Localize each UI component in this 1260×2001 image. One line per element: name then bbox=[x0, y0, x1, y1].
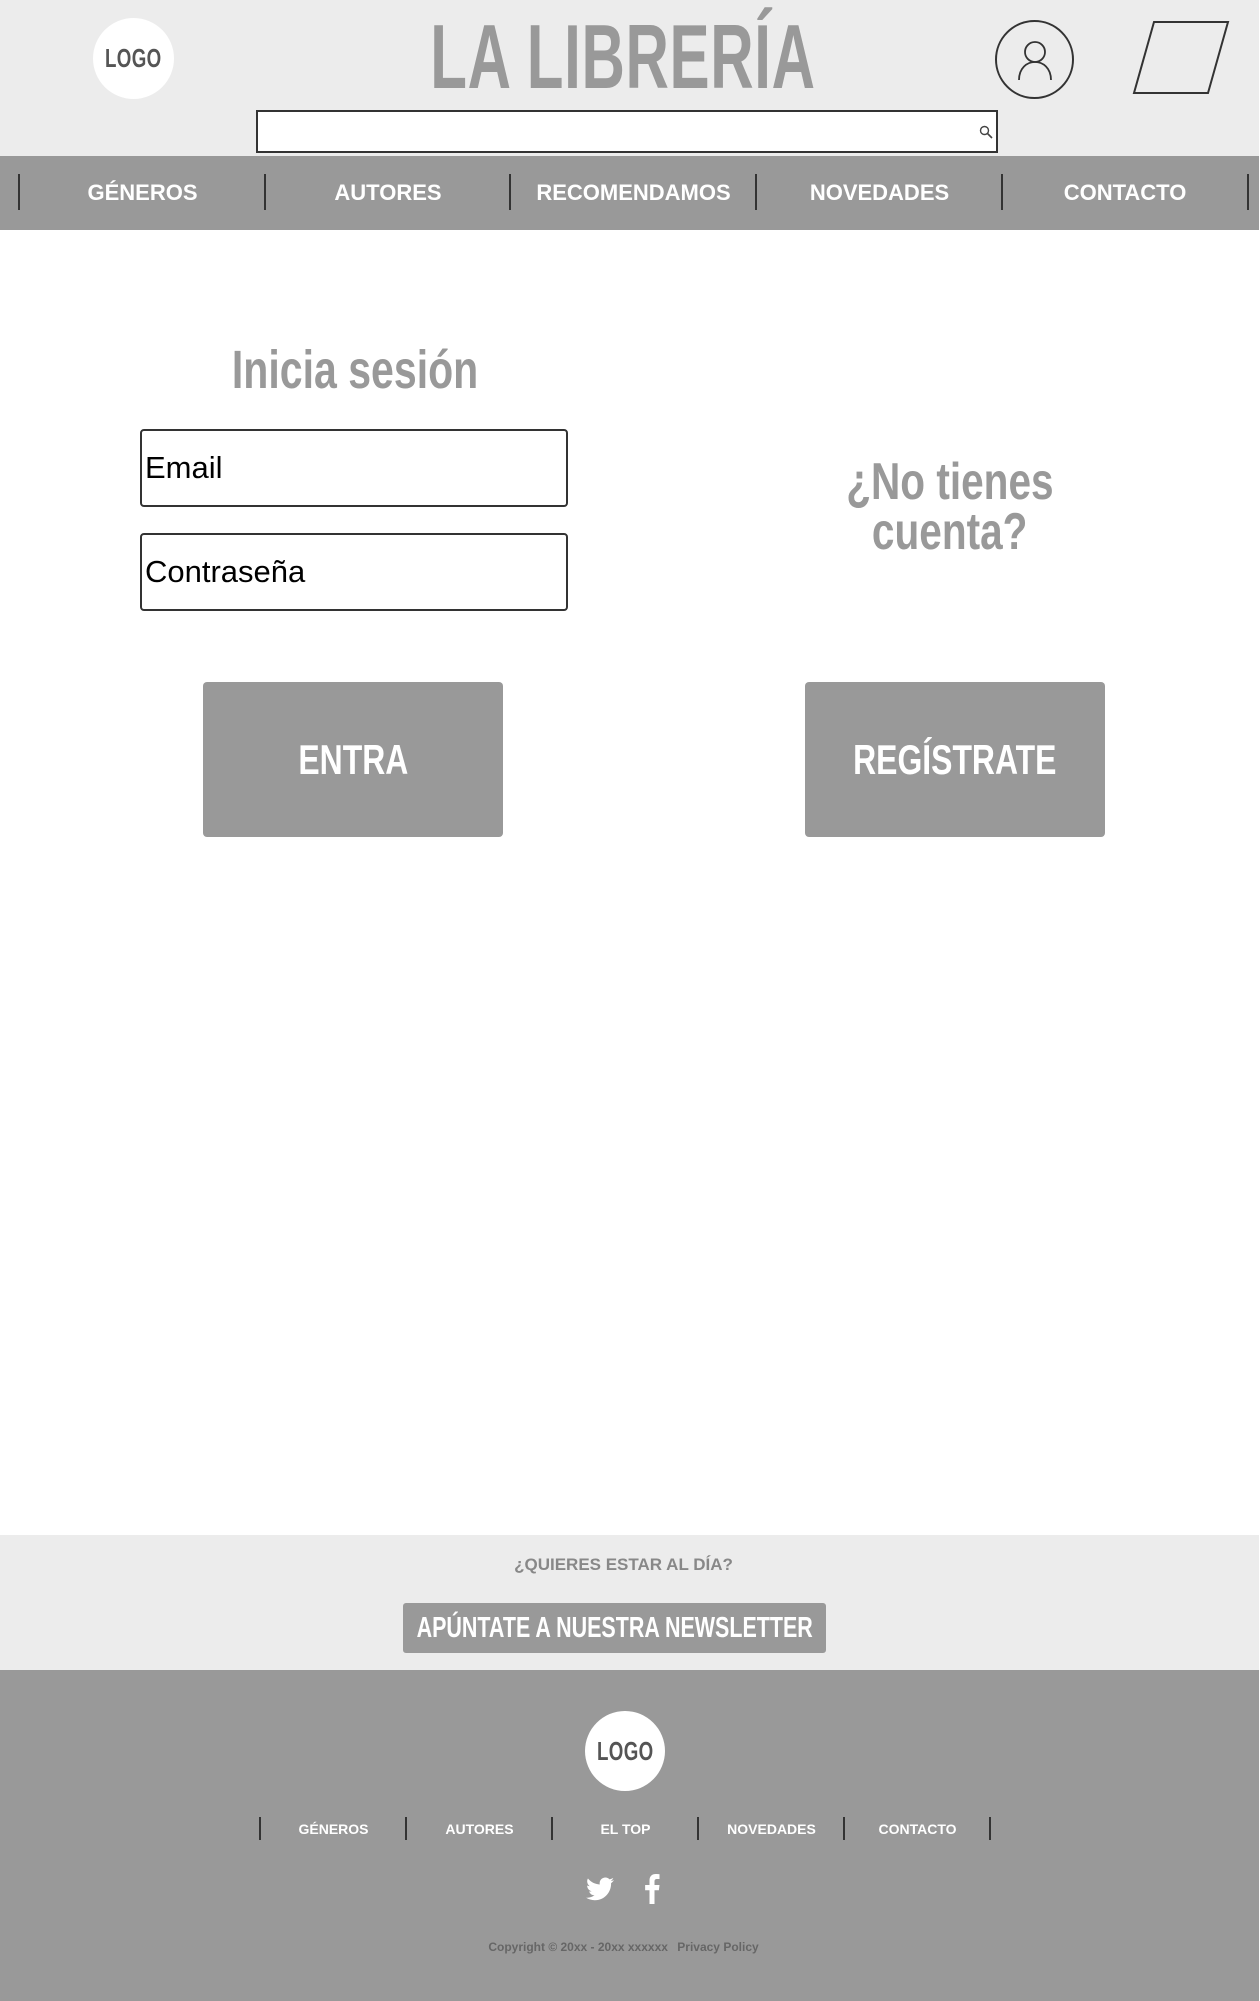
password-field[interactable] bbox=[140, 533, 568, 611]
footer-link-el-top[interactable]: EL TOP bbox=[553, 1815, 698, 1842]
footer-link-label: EL TOP bbox=[600, 1820, 651, 1837]
footer-logo[interactable]: LOGO bbox=[585, 1711, 665, 1791]
nav-item-label: NOVEDADES bbox=[809, 180, 950, 205]
nav-item-label: AUTORES bbox=[334, 180, 442, 205]
search-input[interactable] bbox=[258, 112, 958, 151]
footer-link-label: AUTORES bbox=[445, 1820, 514, 1837]
footer-divider bbox=[989, 1817, 991, 1840]
login-heading-text: Inicia sesión bbox=[231, 340, 479, 400]
register-heading: ¿No tienes cuenta? bbox=[790, 452, 1110, 562]
nav-item-label: RECOMENDAMOS bbox=[536, 180, 731, 205]
user-icon bbox=[1017, 40, 1052, 80]
twitter-link[interactable] bbox=[585, 1873, 615, 1905]
register-heading-line2: cuenta? bbox=[872, 503, 1028, 561]
search-icon[interactable] bbox=[978, 124, 994, 140]
user-account-button[interactable] bbox=[995, 20, 1074, 99]
nav-item-recomendamos[interactable]: RECOMENDAMOS bbox=[511, 156, 756, 230]
nav-item-contacto[interactable]: CONTACTO bbox=[1003, 156, 1247, 230]
copyright-line: Copyright © 20xx - 20xx xxxxxx Privacy P… bbox=[0, 1940, 1247, 1954]
footer-link-autores[interactable]: AUTORES bbox=[407, 1815, 552, 1842]
site-header: LOGO LA LIBRERÍA bbox=[0, 0, 1259, 156]
newsletter-question: ¿QUIERES ESTAR AL DÍA? bbox=[514, 1555, 733, 1574]
nav-item-label: CONTACTO bbox=[1063, 180, 1187, 205]
footer-logo-text: LOGO bbox=[596, 1735, 654, 1766]
privacy-policy-link[interactable]: Privacy Policy bbox=[677, 1940, 758, 1954]
cart-icon[interactable] bbox=[1132, 20, 1230, 95]
search-bar bbox=[256, 110, 998, 153]
main-nav: GÉNEROS AUTORES RECOMENDAMOS NOVEDADES C… bbox=[0, 156, 1259, 230]
register-button[interactable]: REGÍSTRATE bbox=[805, 682, 1105, 837]
register-button-label: REGÍSTRATE bbox=[853, 735, 1057, 783]
login-heading: Inicia sesión bbox=[140, 335, 570, 405]
facebook-link[interactable] bbox=[642, 1873, 662, 1905]
nav-item-autores[interactable]: AUTORES bbox=[266, 156, 510, 230]
facebook-icon bbox=[645, 1874, 660, 1904]
nav-item-generos[interactable]: GÉNEROS bbox=[20, 156, 265, 230]
header-logo-text: LOGO bbox=[105, 43, 162, 73]
footer-link-contacto[interactable]: CONTACTO bbox=[845, 1815, 990, 1842]
header-logo[interactable]: LOGO bbox=[93, 18, 174, 99]
footer-link-label: GÉNEROS bbox=[298, 1820, 369, 1837]
site-title: LA LIBRERÍA bbox=[345, 7, 901, 108]
newsletter-section: ¿QUIERES ESTAR AL DÍA? APÚNTATE A NUESTR… bbox=[0, 1535, 1259, 1670]
nav-item-label: GÉNEROS bbox=[87, 180, 198, 205]
copyright-text: Copyright © 20xx - 20xx xxxxxx bbox=[488, 1940, 668, 1954]
footer-link-label: NOVEDADES bbox=[727, 1820, 816, 1837]
nav-divider bbox=[1247, 174, 1249, 210]
footer-link-generos[interactable]: GÉNEROS bbox=[261, 1815, 406, 1842]
newsletter-button-label: APÚNTATE A NUESTRA NEWSLETTER bbox=[416, 1611, 813, 1644]
site-title-text: LA LIBRERÍA bbox=[430, 7, 816, 108]
nav-item-novedades[interactable]: NOVEDADES bbox=[757, 156, 1002, 230]
login-button[interactable]: ENTRA bbox=[203, 682, 503, 837]
twitter-icon bbox=[586, 1877, 614, 1901]
footer-link-novedades[interactable]: NOVEDADES bbox=[699, 1815, 844, 1842]
newsletter-button[interactable]: APÚNTATE A NUESTRA NEWSLETTER bbox=[403, 1603, 826, 1653]
register-heading-line1: ¿No tienes bbox=[846, 453, 1054, 511]
site-footer: LOGO GÉNEROS AUTORES EL TOP NOVEDADES CO… bbox=[0, 1670, 1259, 2001]
footer-link-label: CONTACTO bbox=[878, 1820, 957, 1837]
email-field[interactable] bbox=[140, 429, 568, 507]
login-button-label: ENTRA bbox=[298, 735, 408, 783]
